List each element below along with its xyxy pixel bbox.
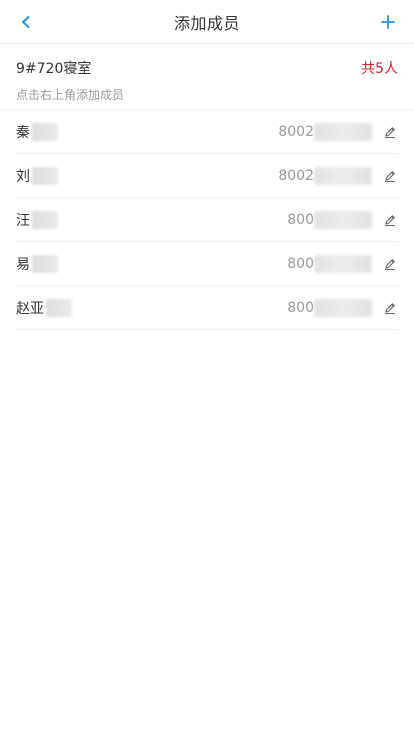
add-hint-text: 点击右上角添加成员 <box>16 88 125 102</box>
member-name: 赵亚 <box>16 300 44 317</box>
member-id: 800 <box>287 211 314 228</box>
edit-member-button[interactable] <box>382 168 398 184</box>
member-row[interactable]: 刘 8002 <box>16 154 398 198</box>
member-name: 刘 <box>16 168 30 185</box>
member-count: 共5人 <box>361 61 398 77</box>
plus-icon <box>381 15 395 29</box>
member-name: 汪 <box>16 212 30 229</box>
room-info-section: 9#720寝室 共5人 点击右上角添加成员 <box>0 44 414 110</box>
edit-member-button[interactable] <box>382 212 398 228</box>
member-row[interactable]: 赵亚 800 <box>16 286 398 330</box>
member-row[interactable]: 易 800 <box>16 242 398 286</box>
pencil-icon <box>384 258 396 270</box>
redacted-name-mask <box>32 254 58 273</box>
redacted-id-mask <box>314 298 372 317</box>
redacted-id-mask <box>314 122 372 141</box>
redacted-name-mask <box>46 298 72 317</box>
add-member-button[interactable] <box>376 10 400 34</box>
chevron-left-icon <box>22 16 30 28</box>
pencil-icon <box>384 214 396 226</box>
redacted-name-mask <box>32 122 58 141</box>
redacted-id-mask <box>314 210 372 229</box>
pencil-icon <box>384 302 396 314</box>
edit-member-button[interactable] <box>382 300 398 316</box>
member-id: 800 <box>287 255 314 272</box>
pencil-icon <box>384 126 396 138</box>
pencil-icon <box>384 170 396 182</box>
member-id: 800 <box>287 299 314 316</box>
member-name: 秦 <box>16 124 30 141</box>
member-name: 易 <box>16 256 30 273</box>
page-title: 添加成员 <box>173 13 240 33</box>
redacted-name-mask <box>32 210 58 229</box>
redacted-id-mask <box>314 254 372 273</box>
edit-member-button[interactable] <box>382 256 398 272</box>
room-name: 9#720寝室 <box>16 61 92 77</box>
member-row[interactable]: 秦 8002 <box>16 110 398 154</box>
member-list: 秦 8002 刘 8002 汪 800 易 800 赵亚 800 <box>16 110 398 330</box>
back-button[interactable] <box>14 10 38 34</box>
member-id: 8002 <box>278 167 314 184</box>
redacted-id-mask <box>314 166 372 185</box>
redacted-name-mask <box>32 166 58 185</box>
member-row[interactable]: 汪 800 <box>16 198 398 242</box>
edit-member-button[interactable] <box>382 124 398 140</box>
member-id: 8002 <box>278 123 314 140</box>
top-nav-bar: 添加成员 <box>0 0 414 44</box>
